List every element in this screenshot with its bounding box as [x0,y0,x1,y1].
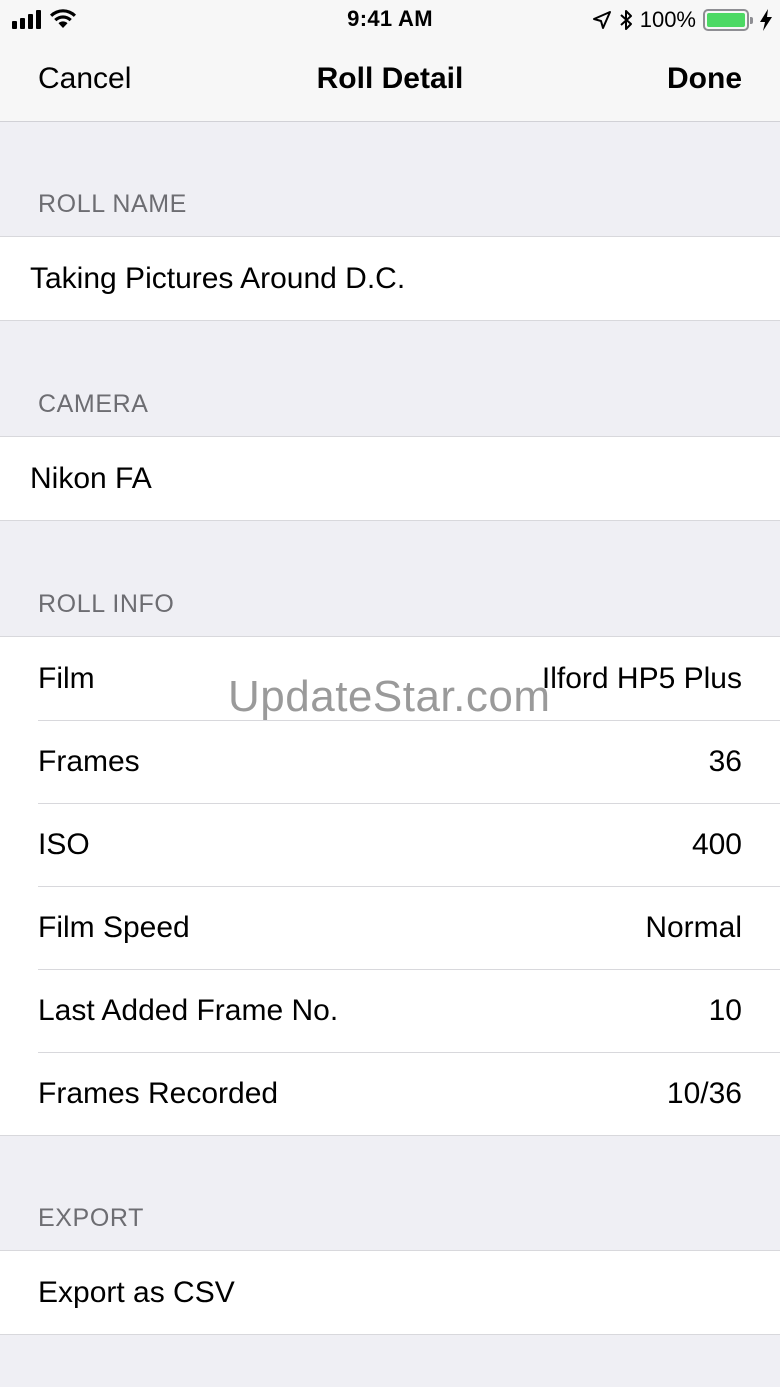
status-bar: 9:41 AM 100% [0,0,780,40]
section-header-camera: CAMERA [38,390,149,418]
roll-name-field[interactable]: Taking Pictures Around D.C. [0,237,780,320]
row-film[interactable]: Film Ilford HP5 Plus [0,637,780,720]
row-value: 36 [708,744,742,778]
roll-info-group: Film Ilford HP5 Plus Frames 36 ISO 400 F… [0,636,780,1136]
section-header-roll-name: ROLL NAME [38,190,187,218]
row-value: 400 [691,827,742,861]
bluetooth-icon [620,10,632,30]
done-button[interactable]: Done [667,62,742,96]
navigation-bar: Cancel Roll Detail Done [0,40,780,122]
row-last-added-frame[interactable]: Last Added Frame No. 10 [0,969,780,1052]
row-value: 10/36 [666,1076,742,1110]
export-csv-label: Export as CSV [38,1275,235,1309]
roll-name-group: Taking Pictures Around D.C. [0,236,780,321]
section-header-export: EXPORT [38,1204,144,1232]
row-label: Frames Recorded [38,1076,279,1110]
roll-name-value: Taking Pictures Around D.C. [30,261,406,295]
export-group: Export as CSV [0,1250,780,1335]
row-frames-recorded[interactable]: Frames Recorded 10/36 [0,1052,780,1135]
row-iso[interactable]: ISO 400 [0,803,780,886]
row-label: ISO [38,827,90,861]
camera-value: Nikon FA [30,461,152,495]
row-value: Normal [645,910,742,944]
battery-fill [707,13,745,27]
row-label: Film Speed [38,910,190,944]
row-frames[interactable]: Frames 36 [0,720,780,803]
charging-bolt-icon [760,9,772,31]
battery-icon [703,9,753,31]
camera-field[interactable]: Nikon FA [0,437,780,520]
page-title: Roll Detail [316,62,464,95]
camera-group: Nikon FA [0,436,780,521]
row-label: Film [38,661,95,695]
row-value: Ilford HP5 Plus [541,661,742,695]
row-film-speed[interactable]: Film Speed Normal [0,886,780,969]
row-label: Last Added Frame No. [38,993,339,1027]
row-label: Frames [38,744,140,778]
export-csv-button[interactable]: Export as CSV [0,1251,780,1334]
section-header-roll-info: ROLL INFO [38,590,175,618]
location-arrow-icon [592,11,611,29]
status-right: 100% [592,7,772,33]
row-value: 10 [708,993,742,1027]
battery-percent: 100% [639,7,696,32]
